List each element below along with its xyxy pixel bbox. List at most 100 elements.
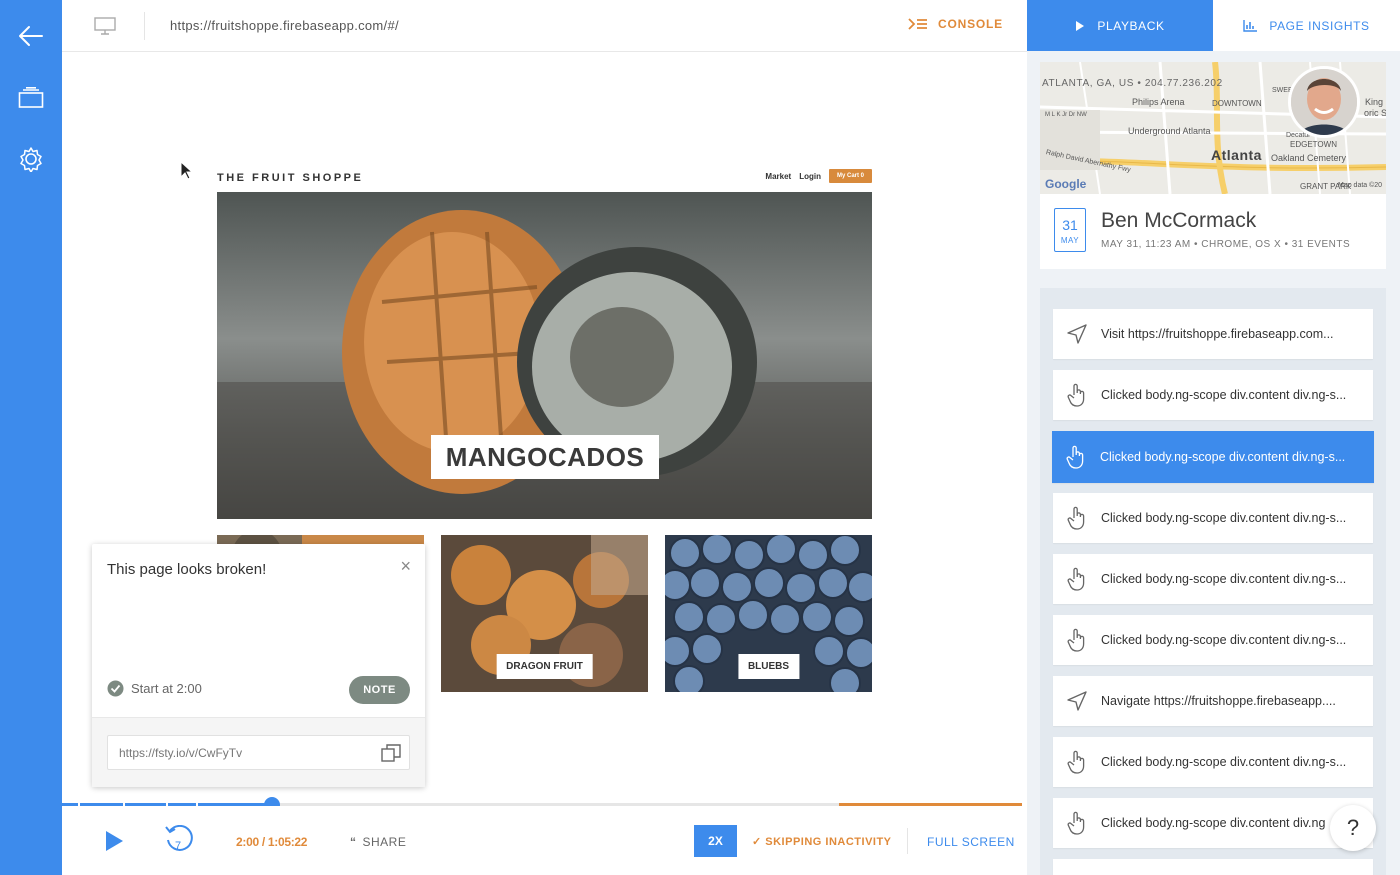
note-popup: This page looks broken! × Start at 2:00 … [92,544,425,787]
skip-inactivity-toggle[interactable]: ✓ SKIPPING INACTIVITY [752,835,892,848]
briefcase-icon[interactable] [15,82,47,114]
monitor-icon[interactable] [94,17,116,40]
playback-time: 2:00 / 1:05:22 [236,835,308,849]
map-attribution: Map data ©20 [1338,182,1383,189]
left-rail [0,0,62,875]
gear-icon[interactable] [15,143,47,175]
pointer-hand-icon [1053,567,1101,591]
note-share-link[interactable]: https://fsty.io/v/CwFyTv [107,735,410,770]
share-label: SHARE [362,835,407,849]
map-city: Atlanta [1211,147,1262,163]
map-label: Oakland Cemetery [1271,153,1347,163]
skip-label: SKIPPING INACTIVITY [765,836,892,848]
play-icon [1076,20,1085,31]
top-bar: https://fruitshoppe.firebaseapp.com/#/ C… [62,0,1027,52]
event-item-click[interactable]: Clicked body.ng-scope div.content div.ng… [1053,615,1373,665]
help-button[interactable]: ? [1330,805,1376,851]
nav-login-link[interactable]: Login [799,172,821,181]
close-icon[interactable]: × [400,557,411,575]
console-label: CONSOLE [938,17,1003,31]
event-item-click[interactable]: Clicked body.ng-scope div.content div.ng… [1053,737,1373,787]
tab-playback-label: PLAYBACK [1097,18,1165,33]
session-url: https://fruitshoppe.firebaseapp.com/#/ [170,18,399,33]
start-at-toggle[interactable]: Start at 2:00 [107,680,202,697]
pointer-hand-icon [1053,750,1101,774]
session-meta: MAY 31, 11:23 AM • CHROME, OS X • 31 EVE… [1101,239,1351,250]
event-text: Clicked body.ng-scope div.content div.ng… [1101,511,1347,525]
check-icon: ✓ [752,836,766,848]
product-tile-bluebs[interactable]: BLUEBS [665,535,872,692]
calendar-month: MAY [1060,236,1080,245]
navigate-icon [1053,324,1101,344]
full-screen-button[interactable]: FULL SCREEN [927,835,1015,849]
console-button[interactable]: CONSOLE [908,17,1003,31]
event-text: Clicked body.ng-scope div.content div.ng… [1101,633,1347,647]
event-text: Navigate https://fruitshoppe.firebaseapp… [1101,694,1336,708]
event-item-click[interactable]: Clicked body.ng-scope div.content div.ng… [1053,493,1373,543]
tile-label: DRAGON FRUIT [496,654,593,679]
speed-button[interactable]: 2X [694,825,737,857]
event-item-navigate[interactable]: Navigate https://fruitshoppe.firebaseapp… [1053,676,1373,726]
cart-button[interactable]: My Cart 0 [828,169,872,183]
event-item-click-active[interactable]: Clicked body.ng-scope div.content div.ng… [1052,431,1374,483]
play-icon[interactable] [104,830,124,857]
event-text: Clicked body.ng-scope div.content div.ng [1101,816,1326,830]
user-name[interactable]: Ben McCormack [1101,209,1256,233]
event-text: Clicked body.ng-scope div.content div.ng… [1100,450,1346,464]
location-map[interactable]: ATLANTA, GA, US • 204.77.236.202 Philips… [1040,62,1386,194]
event-item-click[interactable]: Clicked body.ng-scope div.content div.ng… [1053,554,1373,604]
start-at-label: Start at 2:00 [131,681,202,696]
event-item-click[interactable]: Clicked body.ng-scope div.content div.ng… [1053,370,1373,420]
pointer-hand-icon [1053,628,1101,652]
bar-chart-icon [1243,19,1258,32]
map-label: Underground Atlanta [1128,126,1211,136]
tile-label: BLUEBS [737,654,800,679]
location-text: ATLANTA, GA, US • 204.77.236.202 [1042,78,1223,89]
pointer-hand-icon [1053,506,1101,530]
mouse-cursor-icon [180,161,194,180]
event-list: Visit https://fruitshoppe.firebaseapp.co… [1040,288,1386,875]
svg-text:7: 7 [175,840,181,852]
note-button[interactable]: NOTE [349,676,410,704]
user-card: ATLANTA, GA, US • 204.77.236.202 Philips… [1040,62,1386,269]
right-panel: PLAYBACK PAGE INSIGHTS ATLANTA, GA, US •… [1027,0,1400,875]
tab-page-insights[interactable]: PAGE INSIGHTS [1213,0,1400,51]
divider [144,12,145,40]
event-item-visit[interactable]: Visit https://fruitshoppe.firebaseapp.co… [1053,309,1373,359]
event-text: Clicked body.ng-scope div.content div.ng… [1101,572,1347,586]
site-logo: THE FRUIT SHOPPE [217,172,364,184]
site-nav: Market Login My Cart 0 [765,169,872,183]
quote-icon: “ [350,835,357,849]
pointer-hand-icon [1053,811,1101,835]
map-label: Philips Arena [1132,97,1185,107]
calendar-day: 31 [1062,217,1078,233]
panel-tabs: PLAYBACK PAGE INSIGHTS [1027,0,1400,51]
map-label: DOWNTOWN [1212,99,1262,108]
back-arrow-icon[interactable] [15,20,47,52]
share-button[interactable]: “ SHARE [350,835,406,849]
copy-icon[interactable] [381,744,401,765]
console-icon [908,18,928,30]
site-header: THE FRUIT SHOPPE Market Login My Cart 0 [217,169,872,191]
avatar[interactable] [1288,66,1360,138]
tab-playback[interactable]: PLAYBACK [1027,0,1213,51]
check-circle-icon [107,680,124,697]
product-tile-dragon-fruit[interactable]: DRAGON FRUIT [441,535,648,692]
event-item-click[interactable]: Clicked body.ng-scope div.content div.ng [1053,798,1373,848]
note-text[interactable]: This page looks broken! [107,561,266,578]
event-text: Visit https://fruitshoppe.firebaseapp.co… [1101,327,1334,341]
pointer-hand-icon [1053,383,1101,407]
event-text: Clicked body.ng-scope div.content div.ng… [1101,755,1347,769]
calendar-icon: 31 MAY [1054,208,1086,252]
nav-market-link[interactable]: Market [765,172,791,181]
map-label: EDGETOWN [1290,140,1337,149]
event-item[interactable] [1053,859,1373,875]
rewind-7-icon[interactable]: 7 [164,824,194,862]
tab-insights-label: PAGE INSIGHTS [1269,18,1370,33]
user-photo [1291,69,1357,135]
hero-image[interactable]: MANGOCADOS [217,192,872,519]
navigate-icon [1053,691,1101,711]
map-label: M L K Jr Dr NW [1045,112,1087,118]
hero-title: MANGOCADOS [431,435,659,479]
map-label: King [1365,97,1384,107]
